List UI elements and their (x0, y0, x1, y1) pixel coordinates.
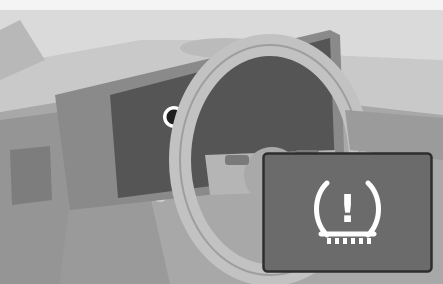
tire-tread-2 (335, 238, 339, 244)
tire-tread-4 (351, 238, 355, 244)
left-vent (10, 146, 52, 205)
tire-tread-5 (359, 238, 363, 244)
dashboard-illustration: ! (0, 0, 443, 284)
tire-tread-1 (327, 238, 331, 244)
exclamation-mark: ! (339, 187, 356, 231)
tire-tread-6 (367, 238, 371, 244)
steering-button-left (225, 155, 249, 165)
dashboard-scene: ! (0, 0, 443, 284)
tire-tread-3 (343, 238, 347, 244)
